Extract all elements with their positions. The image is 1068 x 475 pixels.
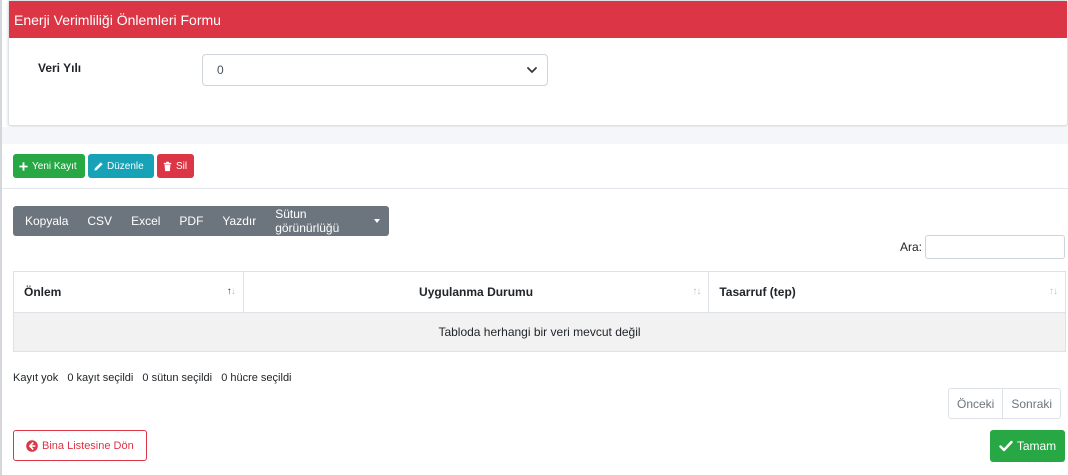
sort-icon: ↑↓ — [692, 286, 701, 297]
back-label: Bina Listesine Dön — [42, 439, 134, 452]
print-button[interactable]: Yazdır — [213, 206, 266, 236]
chevron-down-icon — [527, 67, 537, 73]
veri-yili-select[interactable]: 0 — [202, 54, 548, 86]
excel-button[interactable]: Excel — [122, 206, 170, 236]
column-visibility-button[interactable]: Sütun görünürlüğü — [266, 206, 389, 236]
arrow-circle-left-icon — [26, 439, 38, 452]
form-title: Enerji Verimliliği Önlemleri Formu — [14, 11, 221, 28]
ok-label: Tamam — [1016, 439, 1057, 453]
pdf-button[interactable]: PDF — [170, 206, 213, 236]
table-info: Kayıt yok 0 kayıt seçildi 0 sütun seçild… — [13, 372, 298, 384]
edit-button[interactable]: Düzenle — [88, 154, 154, 178]
delete-button[interactable]: Sil — [157, 154, 194, 178]
edit-label: Düzenle — [107, 160, 144, 172]
check-icon — [999, 440, 1013, 452]
search-label: Ara: — [900, 240, 923, 254]
empty-table-message: Tabloda herhangi bir veri mevcut değil — [13, 312, 1066, 352]
rows-selected-info: 0 kayıt seçildi — [67, 372, 134, 384]
sort-asc-icon: ↑↓ — [226, 286, 236, 297]
new-record-button[interactable]: Yeni Kayıt — [13, 154, 85, 178]
data-table: Önlem ↑↓ Uygulanma Durumu ↑↓ Tasarruf (t… — [13, 271, 1066, 352]
cells-selected-info: 0 hücre seçildi — [221, 372, 292, 384]
caret-down-icon — [373, 219, 380, 223]
copy-button[interactable]: Kopyala — [13, 206, 78, 236]
veri-yili-label: Veri Yılı — [38, 61, 82, 75]
column-header-tasarruf[interactable]: Tasarruf (tep) ↑↓ — [708, 271, 1066, 313]
ok-button[interactable]: Tamam — [990, 430, 1065, 462]
form-card: Enerji Verimliliği Önlemleri Formu Veri … — [8, 0, 1068, 126]
trash-icon — [163, 161, 172, 171]
sort-icon: ↑↓ — [1049, 286, 1058, 297]
new-record-label: Yeni Kayıt — [32, 160, 77, 172]
cols-selected-info: 0 sütun seçildi — [142, 372, 213, 384]
section-gap — [2, 127, 1068, 144]
delete-label: Sil — [176, 160, 188, 172]
table-header-row: Önlem ↑↓ Uygulanma Durumu ↑↓ Tasarruf (t… — [13, 271, 1066, 313]
table-row: Tabloda herhangi bir veri mevcut değil — [13, 312, 1066, 352]
column-visibility-label: Sütun görünürlüğü — [275, 207, 340, 235]
csv-button[interactable]: CSV — [78, 206, 122, 236]
column-onlem-label: Önlem — [24, 285, 62, 299]
column-uygulanma-label: Uygulanma Durumu — [419, 285, 534, 299]
column-header-uygulanma[interactable]: Uygulanma Durumu ↑↓ — [243, 271, 710, 313]
back-to-building-list-button[interactable]: Bina Listesine Dön — [13, 430, 147, 461]
pagination: Önceki Sonraki — [948, 388, 1062, 419]
search-input[interactable] — [925, 235, 1065, 259]
next-page-button[interactable]: Sonraki — [1002, 389, 1060, 418]
plus-icon — [19, 161, 28, 171]
divider — [2, 188, 1068, 189]
records-info: Kayıt yok — [13, 372, 59, 384]
card-header: Enerji Verimliliği Önlemleri Formu — [9, 1, 1067, 38]
export-toolbar: Kopyala CSV Excel PDF Yazdır Sütun görün… — [13, 206, 389, 236]
select-value: 0 — [217, 63, 224, 77]
previous-page-button[interactable]: Önceki — [949, 389, 1002, 418]
column-header-onlem[interactable]: Önlem ↑↓ — [13, 271, 244, 313]
column-tasarruf-label: Tasarruf (tep) — [719, 285, 796, 299]
pencil-icon — [94, 161, 103, 171]
